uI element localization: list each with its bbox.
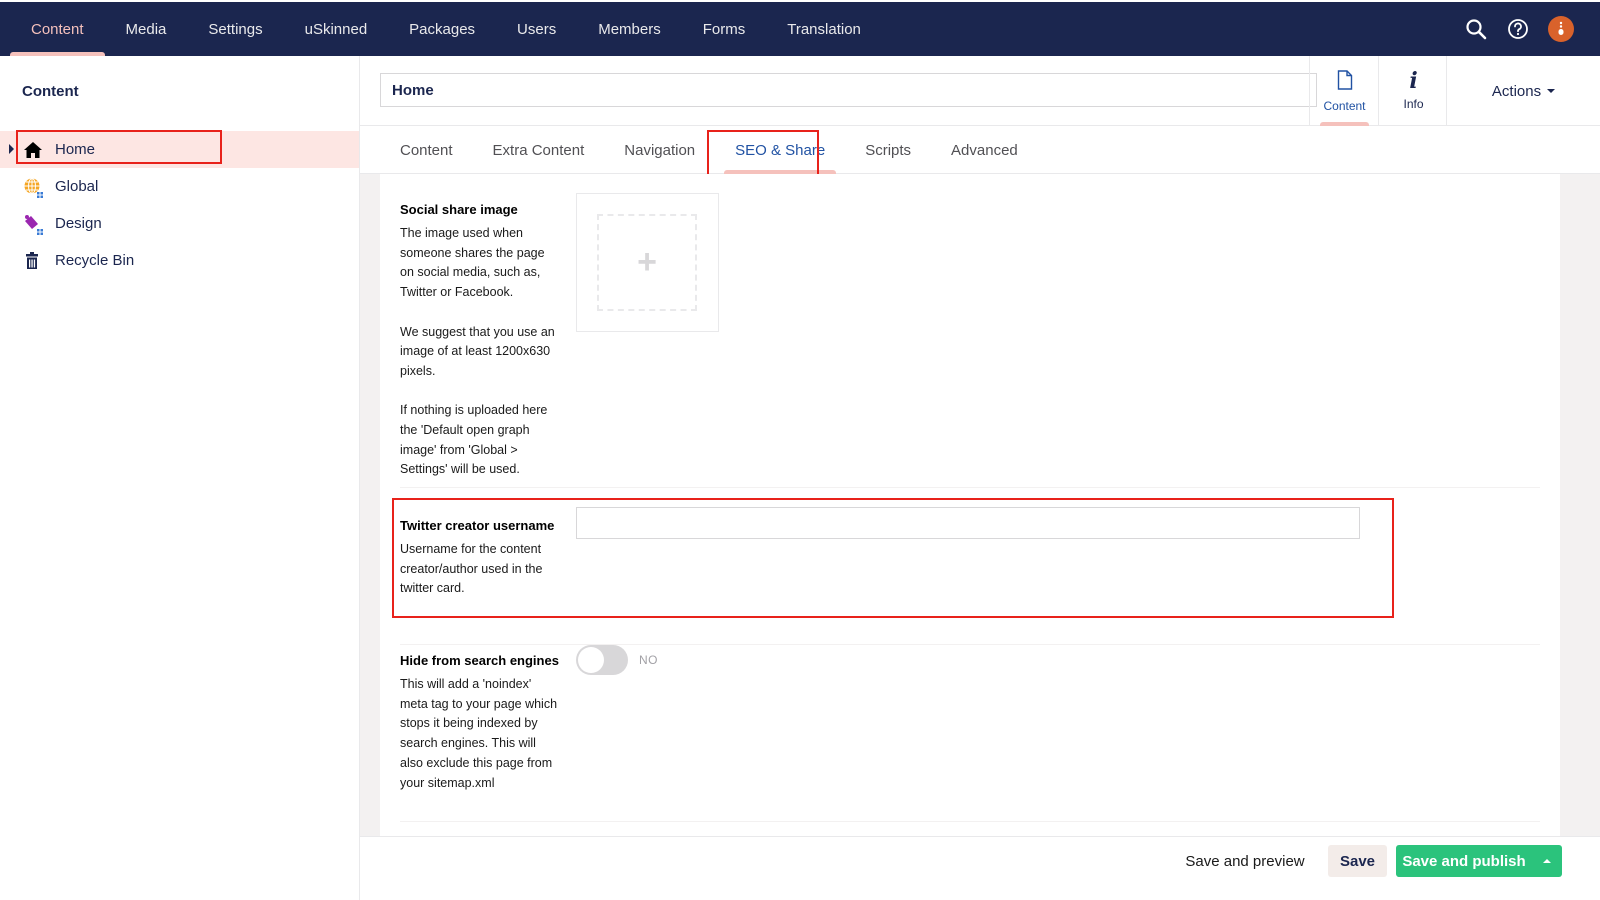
property-label-block: Hide from search engines This will add a… [400, 651, 560, 793]
app-label: Content [1323, 98, 1366, 113]
app-label: Info [1403, 97, 1424, 111]
tree-item-label: Design [55, 215, 102, 232]
section-media[interactable]: Media [105, 2, 188, 56]
document-icon [1337, 69, 1353, 93]
properties-panel: Social share image The image used when s… [380, 174, 1560, 836]
content-tree: Home Global Design Recycle Bin [0, 131, 359, 279]
property-description: We suggest that you use an image of at l… [400, 324, 555, 378]
property-label: Hide from search engines [400, 653, 559, 668]
tab-scripts[interactable]: Scripts [845, 126, 931, 174]
expand-caret-icon[interactable] [9, 144, 14, 154]
info-icon: i [1409, 68, 1418, 94]
trash-icon [23, 251, 43, 271]
app-info-button[interactable]: i Info [1378, 56, 1448, 126]
section-uskinned[interactable]: uSkinned [284, 2, 389, 56]
paint-bucket-icon [23, 214, 43, 235]
section-settings[interactable]: Settings [187, 2, 283, 56]
property-social-share-image: Social share image The image used when s… [400, 193, 1540, 488]
search-icon[interactable] [1464, 17, 1488, 41]
tab-extra-content[interactable]: Extra Content [473, 126, 605, 174]
property-description: If nothing is uploaded here the 'Default… [400, 403, 548, 477]
help-icon[interactable] [1506, 17, 1530, 41]
globe-icon [23, 177, 43, 198]
actions-dropdown[interactable]: Actions [1446, 56, 1600, 126]
header-tools [1464, 2, 1574, 56]
user-avatar[interactable] [1548, 16, 1574, 42]
tab-advanced[interactable]: Advanced [931, 126, 1038, 174]
content-tree-sidebar: Content Home Global Design Recycle Bin [0, 56, 360, 900]
toggle-knob [578, 647, 604, 673]
property-label: Social share image [400, 202, 518, 217]
tree-item-recycle-bin[interactable]: Recycle Bin [0, 242, 359, 279]
tree-item-label: Recycle Bin [55, 252, 135, 269]
twitter-creator-username-input[interactable] [576, 507, 1360, 539]
home-icon [23, 140, 43, 160]
actions-label: Actions [1491, 82, 1542, 100]
top-navigation-bar: Content Media Settings uSkinned Packages… [0, 0, 1600, 56]
tree-item-label: Home [55, 141, 96, 158]
property-description: The image used when someone shares the p… [400, 226, 545, 300]
tab-seo-share[interactable]: SEO & Share [715, 126, 845, 174]
property-description: Username for the content creator/author … [400, 542, 543, 596]
section-content[interactable]: Content [10, 2, 105, 56]
property-label-block: Twitter creator username Username for th… [400, 516, 560, 599]
add-image-button[interactable]: + [597, 214, 697, 311]
section-packages[interactable]: Packages [388, 2, 496, 56]
caret-up-icon [1543, 859, 1551, 863]
section-translation[interactable]: Translation [766, 2, 882, 56]
toggle-state-label: NO [639, 653, 658, 667]
tree-item-design[interactable]: Design [0, 205, 359, 242]
section-nav: Content Media Settings uSkinned Packages… [10, 2, 882, 56]
publish-options-button[interactable] [1532, 845, 1562, 877]
node-name-input[interactable] [380, 73, 1317, 107]
app-content-button[interactable]: Content [1309, 56, 1379, 126]
content-editor: Content i Info Actions Content Extra Con… [360, 56, 1600, 900]
property-hide-from-search: Hide from search engines This will add a… [400, 645, 1540, 822]
tree-item-label: Global [55, 178, 99, 195]
save-button[interactable]: Save [1328, 845, 1387, 877]
tree-item-global[interactable]: Global [0, 168, 359, 205]
hide-from-search-toggle[interactable] [576, 645, 628, 675]
property-label: Twitter creator username [400, 518, 555, 533]
property-description: This will add a 'noindex' meta tag to yo… [400, 677, 558, 790]
editor-header: Content i Info Actions [360, 56, 1600, 126]
property-label-block: Social share image The image used when s… [400, 200, 560, 480]
section-users[interactable]: Users [496, 2, 577, 56]
editor-footer: Save and preview Save Save and publish [360, 836, 1600, 900]
sidebar-title: Content [22, 83, 79, 100]
tab-navigation[interactable]: Navigation [604, 126, 715, 174]
section-members[interactable]: Members [577, 2, 682, 56]
image-picker[interactable]: + [576, 193, 719, 332]
tab-content[interactable]: Content [380, 126, 473, 174]
plus-icon: + [637, 243, 657, 281]
tree-item-home[interactable]: Home [0, 131, 359, 168]
property-twitter-creator: Twitter creator username Username for th… [400, 507, 1540, 645]
save-and-publish-button[interactable]: Save and publish [1396, 845, 1532, 877]
property-tabs: Content Extra Content Navigation SEO & S… [360, 126, 1600, 174]
section-forms[interactable]: Forms [682, 2, 767, 56]
caret-down-icon [1547, 89, 1556, 93]
save-and-preview-button[interactable]: Save and preview [1180, 845, 1310, 877]
